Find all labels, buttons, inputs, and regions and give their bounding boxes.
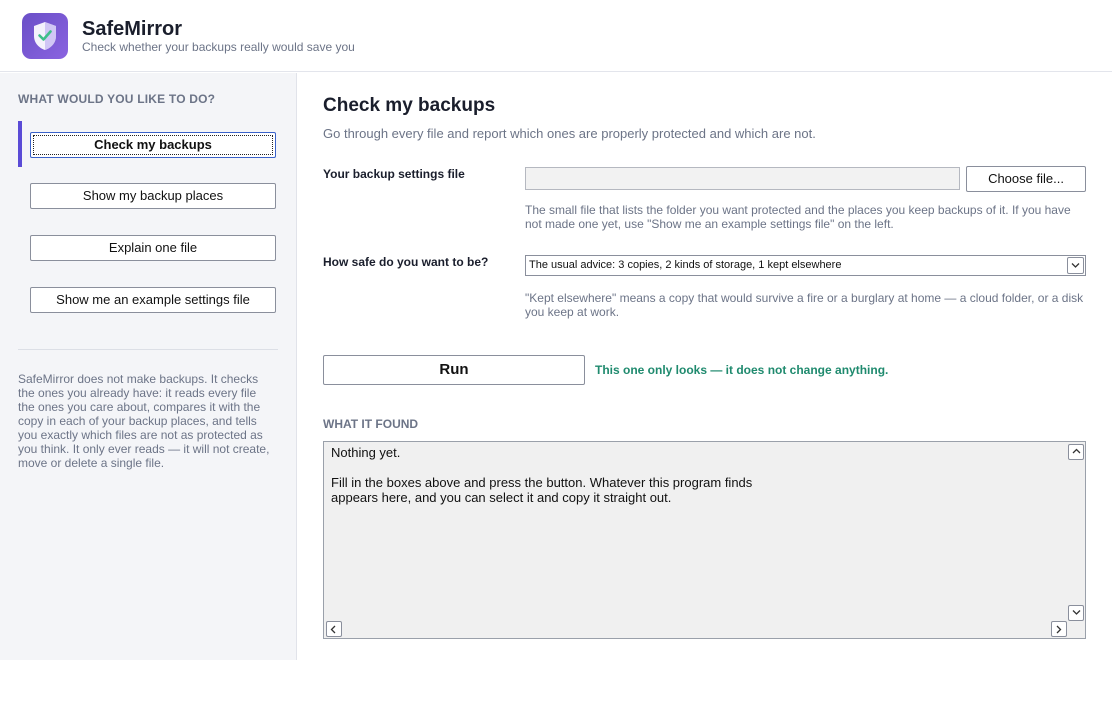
settings-file-label: Your backup settings file bbox=[323, 167, 465, 181]
chevron-right-icon[interactable] bbox=[1051, 621, 1067, 637]
nav-backup-places-button[interactable]: Show my backup places bbox=[30, 183, 276, 209]
results-heading: WHAT IT FOUND bbox=[323, 417, 419, 431]
page-subtitle: Go through every file and report which o… bbox=[323, 126, 816, 141]
app-title: SafeMirror bbox=[82, 18, 183, 40]
sidebar-divider bbox=[18, 349, 278, 350]
shield-check-icon bbox=[22, 13, 68, 59]
settings-file-hint: The small file that lists the folder you… bbox=[525, 203, 1071, 231]
run-note: This one only looks — it does not change… bbox=[595, 363, 889, 377]
safety-level-select[interactable]: The usual advice: 3 copies, 2 kinds of s… bbox=[525, 255, 1086, 276]
sidebar-heading: WHAT WOULD YOU LIKE TO DO? bbox=[18, 92, 216, 106]
chevron-left-icon[interactable] bbox=[326, 621, 342, 637]
chevron-down-icon[interactable] bbox=[1068, 605, 1084, 621]
results-output[interactable]: Nothing yet. Fill in the boxes above and… bbox=[323, 441, 1086, 639]
sidebar: WHAT WOULD YOU LIKE TO DO? Check my back… bbox=[0, 73, 297, 660]
run-button[interactable]: Run bbox=[323, 355, 585, 385]
choose-file-button[interactable]: Choose file... bbox=[966, 166, 1086, 192]
chevron-up-icon[interactable] bbox=[1068, 444, 1084, 460]
results-text[interactable]: Nothing yet. Fill in the boxes above and… bbox=[331, 445, 1051, 505]
nav-check-backups-button[interactable]: Check my backups bbox=[30, 132, 276, 158]
chevron-down-icon[interactable] bbox=[1067, 257, 1084, 274]
nav-explain-file-button[interactable]: Explain one file bbox=[30, 235, 276, 261]
safety-level-value: The usual advice: 3 copies, 2 kinds of s… bbox=[529, 259, 842, 271]
active-indicator bbox=[18, 121, 22, 167]
page-title: Check my backups bbox=[323, 95, 496, 116]
safety-level-label: How safe do you want to be? bbox=[323, 255, 489, 269]
safety-level-hint: "Kept elsewhere" means a copy that would… bbox=[525, 291, 1084, 319]
app-header: SafeMirror Check whether your backups re… bbox=[0, 0, 1112, 72]
app-subtitle: Check whether your backups really would … bbox=[82, 40, 355, 54]
nav-example-settings-button[interactable]: Show me an example settings file bbox=[30, 287, 276, 313]
settings-file-field[interactable] bbox=[525, 167, 960, 190]
sidebar-description: SafeMirror does not make backups. It che… bbox=[18, 372, 270, 470]
